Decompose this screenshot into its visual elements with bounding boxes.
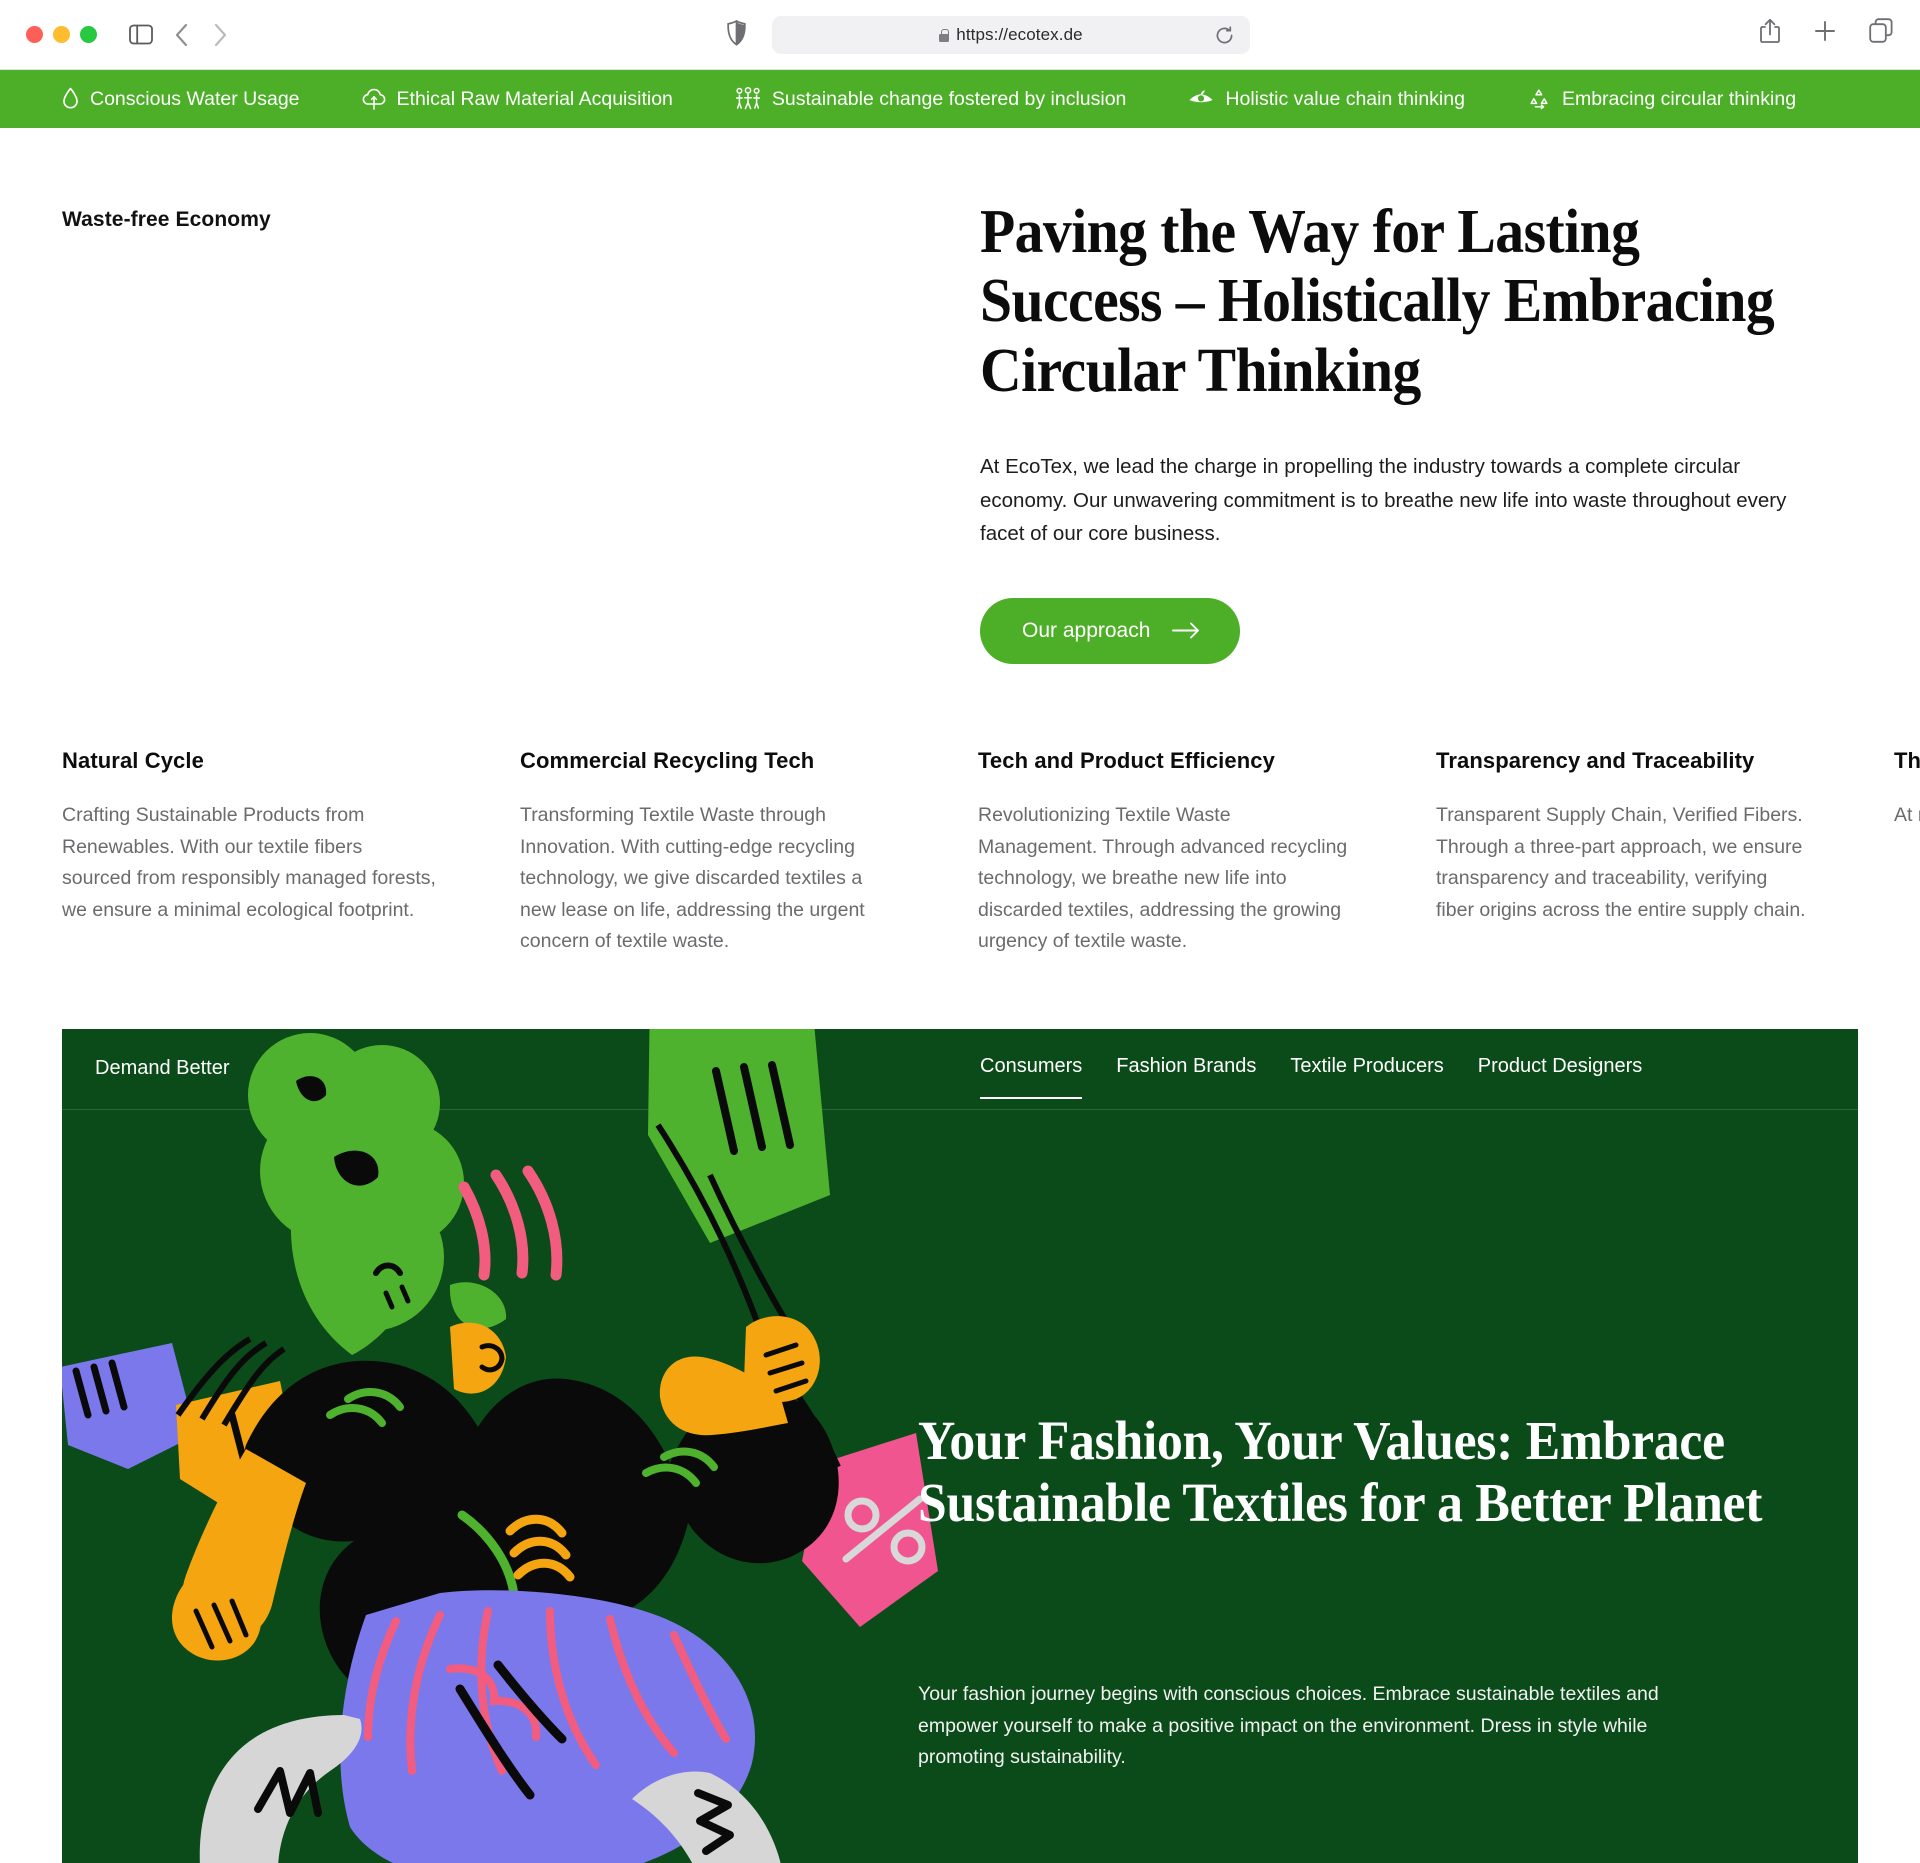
ticker-item[interactable]: Sustainable change fostered by inclusion	[735, 87, 1127, 111]
ticker-item-label: Conscious Water Usage	[90, 87, 300, 110]
feature-title: Commercial Recycling Tech	[520, 748, 815, 773]
circular-recycle-icon	[1527, 87, 1551, 111]
tab-textile-producers[interactable]: Textile Producers	[1290, 1055, 1443, 1099]
water-drop-icon	[62, 87, 79, 111]
url-text: https://ecotex.de	[956, 25, 1083, 44]
page-title: Paving the Way for Lasting Success – Hol…	[980, 198, 1775, 405]
people-inclusion-icon	[735, 87, 761, 111]
arrow-right-icon	[1172, 622, 1200, 639]
close-window-button[interactable]	[26, 26, 43, 43]
feature-title: Natural Cycle	[62, 748, 204, 773]
ticker-item[interactable]: Holistic value chain thinking	[1188, 88, 1465, 111]
hero-kicker: Waste-free Economy	[62, 208, 271, 231]
ticker-item-label: Ethical Raw Material Acquisition	[396, 87, 673, 110]
our-approach-button[interactable]: Our approach	[980, 597, 1241, 664]
feature-body: At ra re an us	[1894, 804, 1920, 826]
feature-title: Th	[1894, 748, 1920, 773]
feature-title: Transparency and Traceability	[1436, 748, 1755, 773]
feature-body: Transforming Textile Waste through Innov…	[520, 804, 865, 953]
feature-columns: Natural Cycle Crafting Sustainable Produ…	[62, 748, 1920, 958]
feature-card: Transparency and Traceability Transparen…	[1436, 748, 1894, 958]
tab-product-designers[interactable]: Product Designers	[1478, 1055, 1643, 1099]
privacy-shield-icon[interactable]	[727, 20, 746, 51]
feature-title: Tech and Product Efficiency	[978, 748, 1275, 773]
tab-consumers[interactable]: Consumers	[980, 1055, 1083, 1099]
ticker-item[interactable]: Embracing circular thinking	[1527, 87, 1796, 111]
running-shopper-illustration	[62, 1029, 938, 1863]
feature-body: Crafting Sustainable Products from Renew…	[62, 804, 436, 921]
maximize-window-button[interactable]	[80, 26, 97, 43]
hero-description: At EcoTex, we lead the charge in propell…	[980, 455, 1787, 545]
chrome-right-actions	[1759, 18, 1894, 48]
recycle-tree-icon	[362, 87, 386, 111]
minimize-window-button[interactable]	[53, 26, 70, 43]
feature-body: Revolutionizing Textile Waste Management…	[978, 804, 1348, 953]
panel-headline: Your Fashion, Your Values: Embrace Susta…	[918, 1410, 1763, 1534]
plus-icon[interactable]	[1813, 19, 1837, 48]
panel-brand-label: Demand Better	[95, 1057, 230, 1079]
feature-card: Tech and Product Efficiency Revolutioniz…	[978, 748, 1436, 958]
sustainability-ticker-bar: Conscious Water Usage Ethical Raw Materi…	[0, 70, 1920, 128]
tab-overview-icon[interactable]	[1869, 18, 1894, 48]
reload-icon[interactable]	[1215, 26, 1234, 50]
ticker-item[interactable]: Ethical Raw Material Acquisition	[362, 87, 673, 111]
sidebar-toggle-icon[interactable]	[129, 24, 153, 45]
share-icon[interactable]	[1759, 18, 1781, 48]
address-bar[interactable]: https://ecotex.de	[772, 16, 1250, 54]
lock-icon	[939, 28, 950, 42]
browser-window: https://ecotex.de Conscious Water Usage …	[0, 0, 1920, 1863]
our-approach-label: Our approach	[1022, 618, 1151, 642]
window-controls[interactable]	[26, 26, 97, 43]
eye-leaf-icon	[1188, 89, 1214, 109]
back-arrow-icon[interactable]	[175, 23, 188, 46]
ticker-item[interactable]: Conscious Water Usage	[62, 87, 300, 111]
panel-description: Your fashion journey begins with conscio…	[918, 1683, 1659, 1769]
feature-card: Natural Cycle Crafting Sustainable Produ…	[62, 748, 520, 958]
navigation-arrows[interactable]	[175, 23, 227, 46]
tab-fashion-brands[interactable]: Fashion Brands	[1116, 1055, 1256, 1099]
hero-content: Paving the Way for Lasting Success – Hol…	[980, 198, 1820, 664]
ticker-item-label: Sustainable change fostered by inclusion	[771, 87, 1127, 110]
forward-arrow-icon[interactable]	[214, 23, 227, 46]
feature-body: Transparent Supply Chain, Verified Fiber…	[1436, 804, 1806, 921]
browser-chrome: https://ecotex.de	[0, 0, 1920, 70]
feature-card: Th At ra re an us	[1894, 748, 1920, 958]
audience-tabs: Consumers Fashion Brands Textile Produce…	[980, 1055, 1676, 1099]
ticker-item-label: Embracing circular thinking	[1561, 87, 1797, 110]
ticker-item-label: Holistic value chain thinking	[1225, 87, 1465, 110]
feature-card: Commercial Recycling Tech Transforming T…	[520, 748, 978, 958]
